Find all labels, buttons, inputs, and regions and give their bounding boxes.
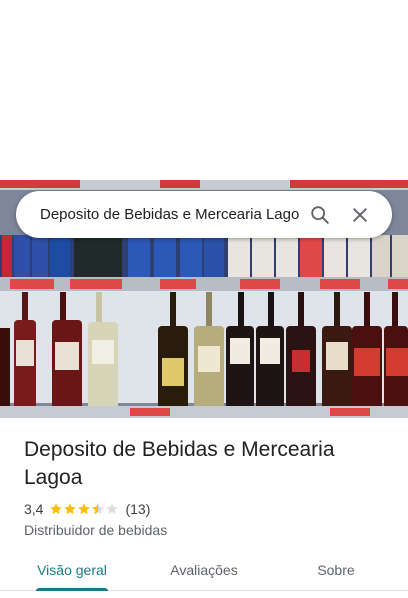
rating-stars: [49, 502, 119, 516]
rating-value: 3,4: [24, 501, 44, 517]
tab-label: Visão geral: [37, 561, 107, 578]
star-full-icon: [50, 503, 63, 515]
tab-reviews[interactable]: Avaliações: [144, 549, 264, 590]
star-half-icon: [92, 503, 105, 515]
search-icon: [311, 205, 329, 224]
tab-about[interactable]: Sobre: [264, 549, 408, 590]
search-button[interactable]: [300, 195, 340, 235]
close-button[interactable]: [340, 195, 380, 235]
search-input[interactable]: Deposito de Bebidas e Mercearia Lagoa: [40, 206, 300, 223]
close-icon: [353, 207, 367, 222]
star-full-icon: [64, 503, 77, 515]
star-full-icon: [78, 503, 91, 515]
place-info: Deposito de Bebidas e Mercearia Lagoa 3,…: [24, 436, 394, 538]
review-count[interactable]: (13): [125, 501, 150, 517]
tab-overview[interactable]: Visão geral: [0, 549, 144, 591]
tab-bar: Visão geral Avaliações Sobre: [0, 549, 408, 591]
place-title: Deposito de Bebidas e Mercearia Lagoa: [24, 438, 335, 489]
rating-row[interactable]: 3,4 (13): [24, 501, 394, 517]
map-area-blank: [0, 0, 408, 180]
tab-label: Avaliações: [170, 561, 238, 578]
search-box[interactable]: Deposito de Bebidas e Mercearia Lagoa: [16, 191, 392, 238]
star-empty-icon: [106, 503, 119, 515]
place-category[interactable]: Distribuidor de bebidas: [24, 522, 394, 538]
tab-label: Sobre: [317, 561, 355, 578]
active-tab-indicator: [36, 588, 108, 591]
